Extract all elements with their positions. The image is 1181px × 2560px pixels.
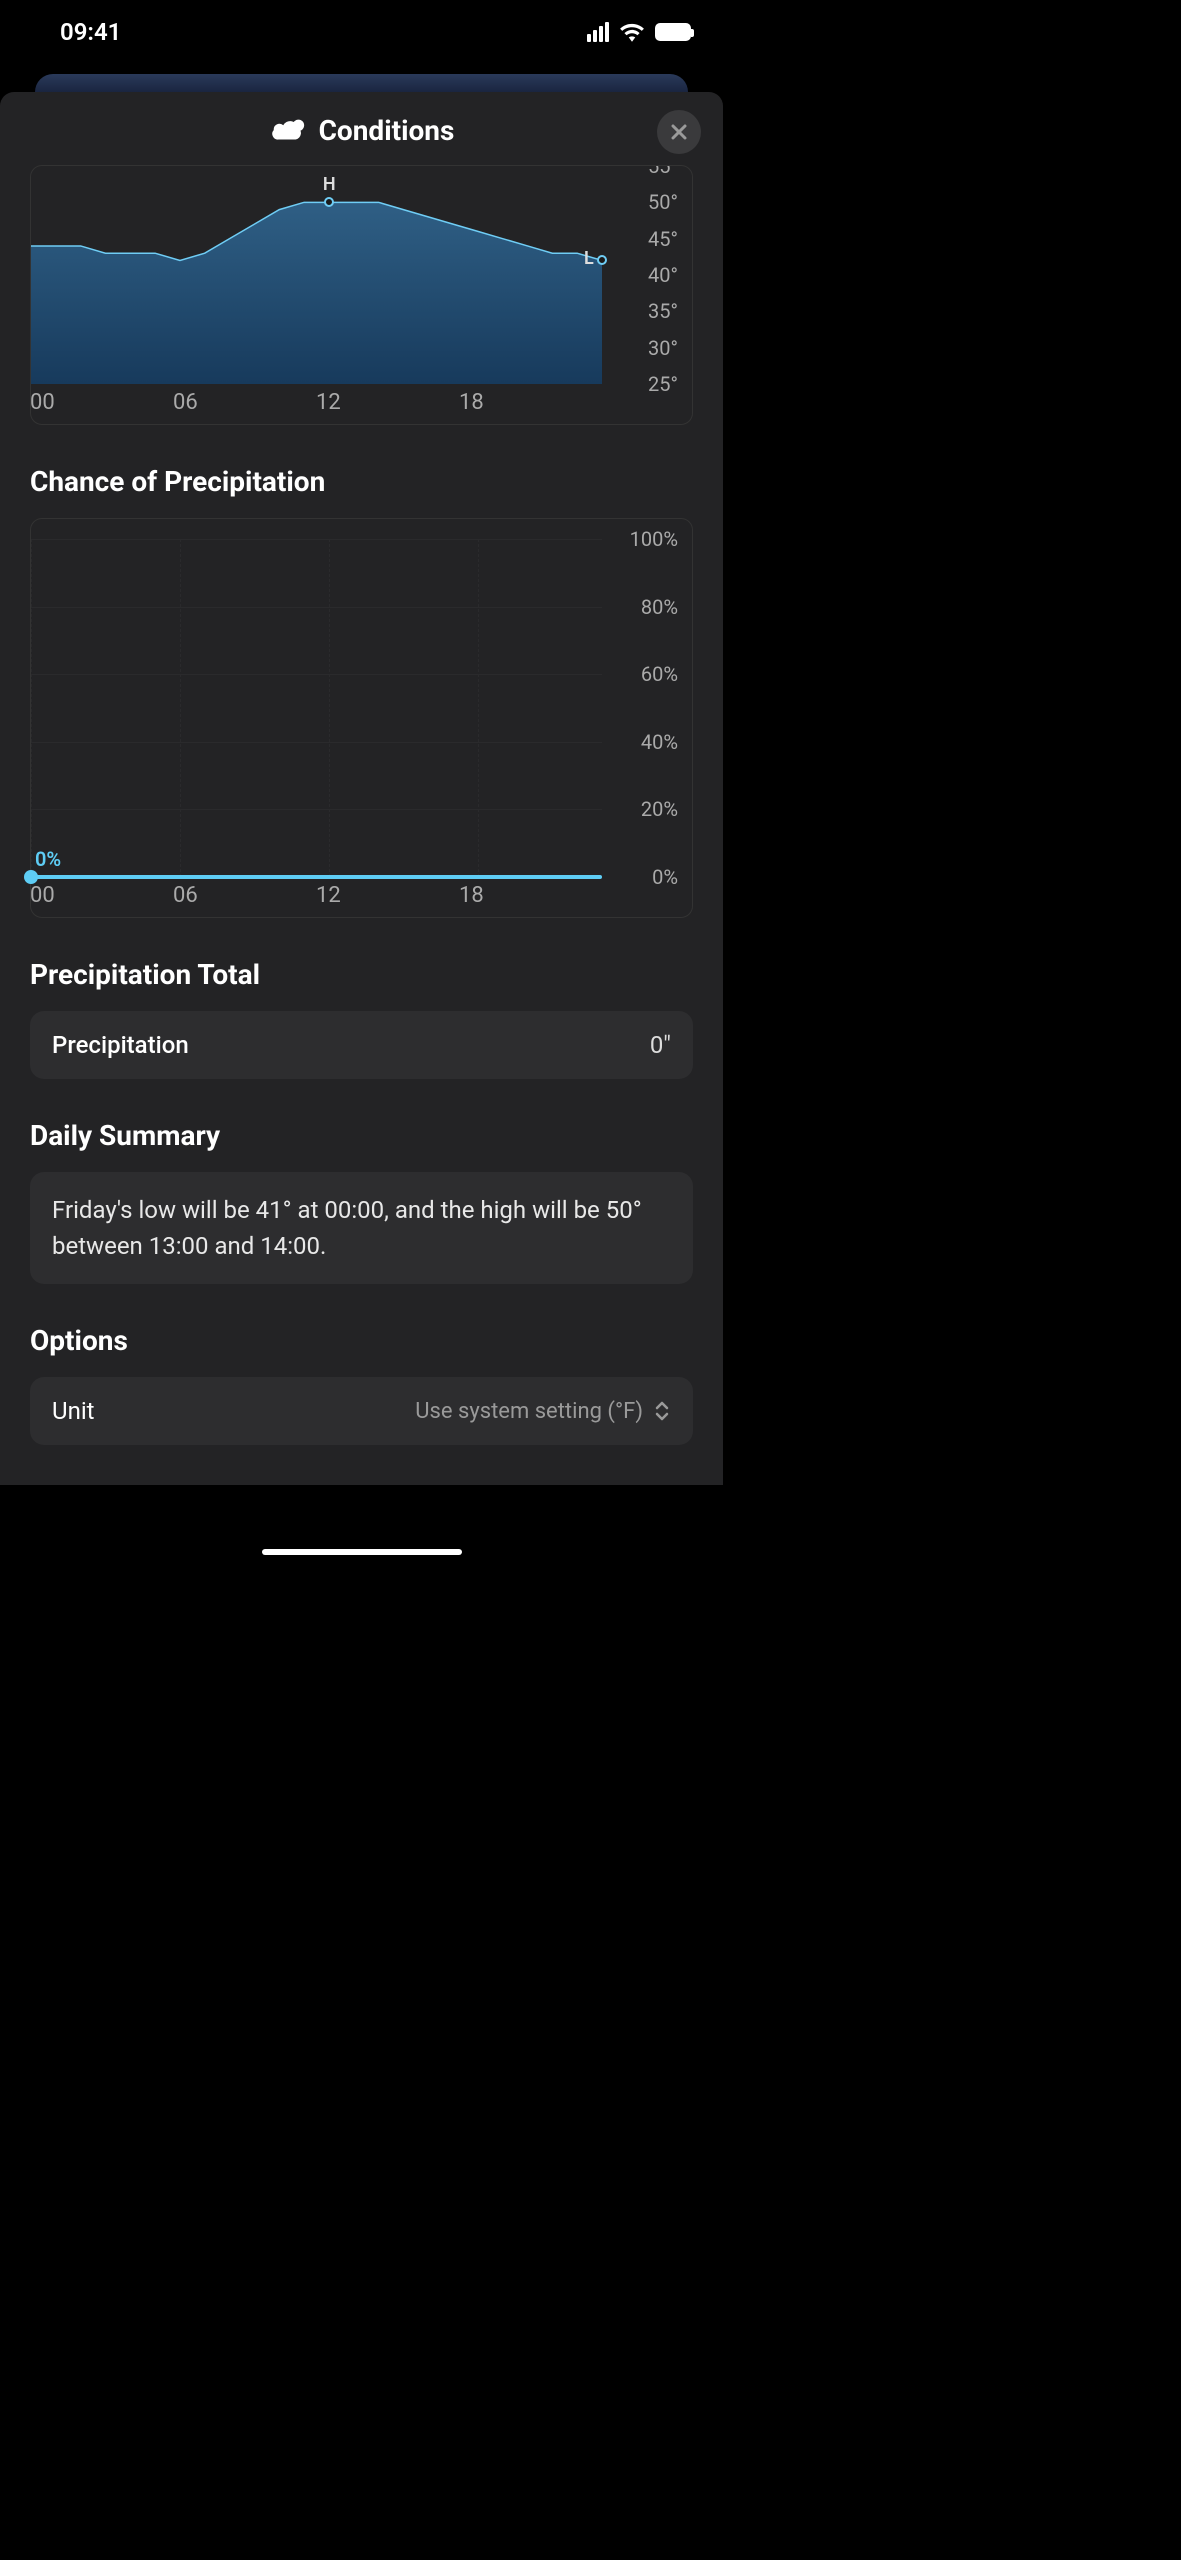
battery-icon xyxy=(655,23,691,41)
precip-current-label: 0% xyxy=(35,847,61,871)
page-title-text: Conditions xyxy=(319,114,455,147)
precip-y-tick: 80% xyxy=(641,595,678,619)
temp-x-tick: 18 xyxy=(459,390,484,415)
temp-y-tick: 30° xyxy=(648,336,678,360)
cloud-icon xyxy=(269,117,307,145)
chevron-up-down-icon xyxy=(653,1400,671,1422)
precip-section-title: Chance of Precipitation xyxy=(30,465,693,498)
temp-y-tick: 35° xyxy=(648,299,678,323)
conditions-sheet: Conditions H L 55° 50° 45° 40° 35° 30° 25° 00 06… xyxy=(0,92,723,1485)
home-indicator[interactable] xyxy=(262,1549,462,1555)
precip-y-tick: 0% xyxy=(652,865,678,889)
precip-x-tick: 00 xyxy=(30,883,55,908)
temp-marker-label: L xyxy=(584,248,594,269)
precip-y-tick: 20% xyxy=(641,797,678,821)
temperature-chart[interactable]: H L 55° 50° 45° 40° 35° 30° 25° 00 06 12 18 xyxy=(30,165,693,425)
temp-y-tick: 55° xyxy=(648,165,678,178)
precip-x-tick: 06 xyxy=(173,883,198,908)
temp-marker-label: H xyxy=(323,174,336,195)
precip-total-row: Precipitation 0" xyxy=(30,1011,693,1079)
precip-y-tick: 40% xyxy=(641,730,678,754)
unit-value: Use system setting (°F) xyxy=(415,1399,643,1424)
unit-option-row[interactable]: Unit Use system setting (°F) xyxy=(30,1377,693,1445)
close-button[interactable] xyxy=(657,110,701,154)
temp-y-tick: 40° xyxy=(648,263,678,287)
wifi-icon xyxy=(619,22,645,42)
temp-y-tick: 50° xyxy=(648,190,678,214)
precip-total-label: Precipitation xyxy=(52,1031,189,1059)
precip-y-tick: 100% xyxy=(630,527,678,551)
precip-total-title: Precipitation Total xyxy=(30,958,693,991)
options-title: Options xyxy=(30,1324,693,1357)
background-card-peek xyxy=(35,74,688,92)
daily-summary-text: Friday's low will be 41° at 00:00, and t… xyxy=(52,1196,642,1260)
precip-total-value: 0" xyxy=(650,1031,671,1059)
cellular-icon xyxy=(587,22,609,42)
temp-marker-dot xyxy=(324,197,334,207)
precip-y-tick: 60% xyxy=(641,662,678,686)
status-bar: 09:41 xyxy=(0,0,723,64)
daily-summary-card: Friday's low will be 41° at 00:00, and t… xyxy=(30,1172,693,1284)
page-title: Conditions xyxy=(269,114,455,147)
temp-x-tick: 12 xyxy=(316,390,341,415)
temp-x-tick: 06 xyxy=(173,390,198,415)
close-icon xyxy=(669,122,689,142)
temp-y-tick: 25° xyxy=(648,372,678,396)
precip-x-tick: 12 xyxy=(316,883,341,908)
temp-y-tick: 45° xyxy=(648,227,678,251)
unit-label: Unit xyxy=(52,1397,95,1425)
sheet-header: Conditions xyxy=(0,92,723,165)
daily-summary-title: Daily Summary xyxy=(30,1119,693,1152)
temp-x-tick: 00 xyxy=(30,390,55,415)
precip-x-tick: 18 xyxy=(459,883,484,908)
precip-chart[interactable]: 0% 100% 80% 60% 40% 20% 0% 00 06 12 18 xyxy=(30,518,693,918)
status-icons xyxy=(587,22,691,42)
status-time: 09:41 xyxy=(60,18,121,46)
